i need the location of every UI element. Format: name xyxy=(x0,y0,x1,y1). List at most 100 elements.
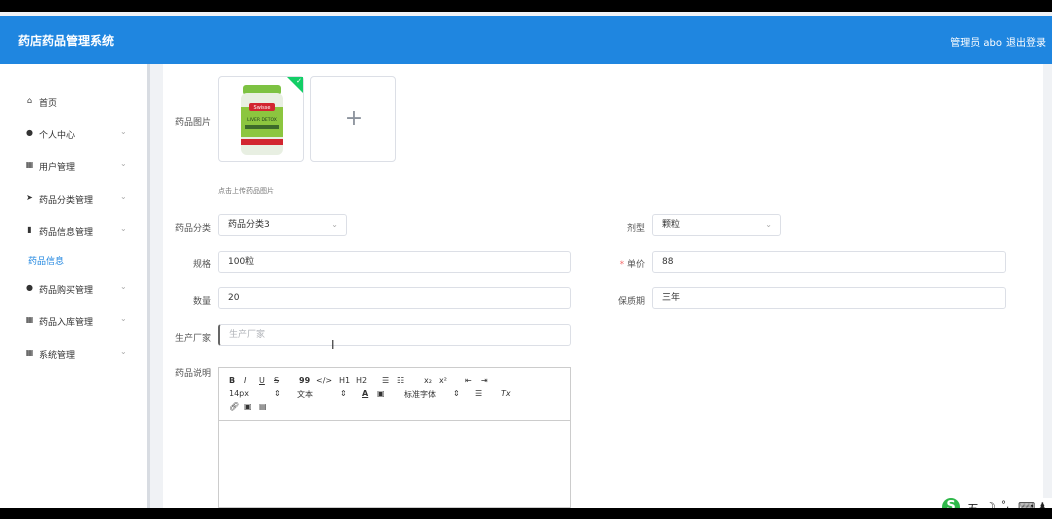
background-color-icon[interactable]: ▣ xyxy=(377,389,385,398)
drug-form: 药品图片 Swisse LIVER DETOX ✓ + 点击上传药品图片 药品分… xyxy=(163,64,1043,508)
sidebar: ⌂ 首页 ● 个人中心 ⌄ ▦ 用户管理 ⌄ ➤ 药品分类管理 ⌄ ▮ 药品信息… xyxy=(0,64,150,508)
dosage-label: 剂型 xyxy=(626,224,645,234)
sidebar-item-label: 系统管理 xyxy=(39,351,76,361)
subscript-button[interactable]: x₂ xyxy=(424,376,432,385)
product-name-text: LIVER DETOX xyxy=(247,117,277,123)
sidebar-item-users[interactable]: ▦ 用户管理 ⌄ xyxy=(0,155,147,175)
sogou-logo-icon[interactable]: S xyxy=(942,498,960,508)
sidebar-item-label: 首页 xyxy=(39,99,58,109)
punctuation-icon[interactable]: °, xyxy=(1001,500,1009,508)
sidebar-item-drug-category[interactable]: ➤ 药品分类管理 ⌄ xyxy=(0,188,147,208)
text-style-arrow-icon: ⇕ xyxy=(340,389,347,398)
sidebar-item-profile[interactable]: ● 个人中心 ⌄ xyxy=(0,123,147,143)
spec-label: 规格 xyxy=(192,260,211,270)
user-icon: ● xyxy=(26,283,33,292)
app-window: 药店药品管理系统 管理员 abo 退出登录 ⌂ 首页 ● 个人中心 ⌄ ▦ 用户… xyxy=(0,12,1052,508)
sidebar-item-system[interactable]: ▦ 系统管理 ⌄ xyxy=(0,343,147,363)
font-family-select[interactable]: 标准字体 xyxy=(404,389,436,400)
moon-icon[interactable]: ☽ xyxy=(985,500,996,508)
uploaded-image-thumb[interactable]: Swisse LIVER DETOX ✓ xyxy=(218,76,304,162)
image-label: 药品图片 xyxy=(174,118,211,128)
sidebar-item-drug-stockin[interactable]: ▦ 药品入库管理 ⌄ xyxy=(0,310,147,330)
sidebar-item-label: 药品分类管理 xyxy=(39,196,94,206)
font-color-icon[interactable]: A xyxy=(362,389,368,398)
clear-format-button[interactable]: Tx xyxy=(501,389,511,398)
sidebar-item-drug-info[interactable]: ▮ 药品信息管理 ⌄ xyxy=(0,220,147,240)
shelf-life-label: 保质期 xyxy=(617,297,645,307)
admin-user-label: 管理员 abo xyxy=(950,38,1002,49)
h1-button[interactable]: H1 xyxy=(339,376,350,385)
align-icon[interactable]: ☰ xyxy=(475,389,482,398)
italic-button[interactable]: I xyxy=(244,376,246,385)
product-brand-text: Swisse xyxy=(254,105,271,111)
chevron-down-icon: ⌄ xyxy=(120,314,127,323)
person-icon[interactable]: ♟ xyxy=(1037,500,1048,508)
chevron-down-icon: ⌄ xyxy=(120,224,127,233)
sidebar-item-label: 药品购买管理 xyxy=(39,286,94,296)
shelf-life-input[interactable]: 三年 xyxy=(652,287,1006,309)
superscript-button[interactable]: x² xyxy=(439,376,447,385)
dosage-value: 颗粒 xyxy=(662,220,681,230)
price-label-text: 单价 xyxy=(626,260,645,270)
chevron-down-icon: ⌄ xyxy=(120,159,127,168)
spec-input[interactable]: 100粒 xyxy=(218,251,571,273)
plus-icon: + xyxy=(344,106,364,131)
sidebar-item-label: 药品入库管理 xyxy=(39,318,94,328)
grid-icon: ▦ xyxy=(25,315,34,324)
description-label: 药品说明 xyxy=(174,369,211,379)
link-icon[interactable]: 🔗︎ xyxy=(229,402,239,411)
sidebar-item-label: 个人中心 xyxy=(39,131,76,141)
quote-button[interactable]: 99 xyxy=(299,376,310,385)
sidebar-item-home[interactable]: ⌂ 首页 xyxy=(0,91,147,111)
grid-icon: ▦ xyxy=(25,160,34,169)
send-icon: ➤ xyxy=(26,193,33,202)
sidebar-item-drug-purchase[interactable]: ● 药品购买管理 ⌄ xyxy=(0,278,147,298)
check-icon: ✓ xyxy=(296,77,302,85)
bullet-list-button[interactable]: ☷ xyxy=(397,376,404,385)
user-icon: ● xyxy=(26,128,33,137)
code-button[interactable]: </> xyxy=(316,376,332,385)
image-icon[interactable]: ▣ xyxy=(244,402,252,411)
upload-add-box[interactable]: + xyxy=(310,76,396,162)
font-size-arrow-icon: ⇕ xyxy=(274,389,281,398)
h2-button[interactable]: H2 xyxy=(356,376,367,385)
chevron-down-icon: ⌄ xyxy=(765,220,772,229)
strike-button[interactable]: S xyxy=(274,376,279,385)
submenu-drug-info[interactable]: 药品信息 xyxy=(28,254,64,267)
qty-label: 数量 xyxy=(192,297,211,307)
editor-toolbar: B I U S 99 </> H1 H2 ☰ ☷ x₂ x² ⇤ ⇥ 14px … xyxy=(219,368,570,421)
manufacturer-input[interactable]: 生产厂家 xyxy=(218,324,571,346)
qty-input[interactable]: 20 xyxy=(218,287,571,309)
sidebar-item-label: 用户管理 xyxy=(39,163,76,173)
indent-button[interactable]: ⇥ xyxy=(481,376,488,385)
font-size-select[interactable]: 14px xyxy=(229,389,249,398)
ime-mode[interactable]: 五 xyxy=(967,500,979,508)
text-style-select[interactable]: 文本 xyxy=(297,389,313,400)
price-label: * 单价 xyxy=(603,257,645,270)
required-mark: * xyxy=(619,260,625,270)
chevron-down-icon: ⌄ xyxy=(120,347,127,356)
bold-button[interactable]: B xyxy=(229,376,235,385)
font-family-arrow-icon: ⇕ xyxy=(453,389,460,398)
underline-button[interactable]: U xyxy=(259,376,265,385)
home-icon: ⌂ xyxy=(26,96,33,105)
dosage-select[interactable]: 颗粒 ⌄ xyxy=(652,214,781,236)
sidebar-item-label: 药品信息管理 xyxy=(39,228,94,238)
logout-link[interactable]: 退出登录 xyxy=(1006,34,1046,49)
top-header: 药店药品管理系统 管理员 abo 退出登录 xyxy=(0,16,1052,64)
video-icon[interactable]: ▤ xyxy=(259,402,267,411)
category-select[interactable]: 药品分类3 ⌄ xyxy=(218,214,347,236)
ordered-list-button[interactable]: ☰ xyxy=(382,376,389,385)
ime-toolbar: S 五 ☽ °, ⌨ ♟ xyxy=(940,498,1052,508)
rich-text-editor[interactable]: B I U S 99 </> H1 H2 ☰ ☷ x₂ x² ⇤ ⇥ 14px … xyxy=(218,367,571,508)
grid-icon: ▦ xyxy=(25,348,34,357)
chevron-down-icon: ⌄ xyxy=(120,127,127,136)
outdent-button[interactable]: ⇤ xyxy=(465,376,472,385)
category-label: 药品分类 xyxy=(174,224,211,234)
chevron-down-icon: ⌄ xyxy=(331,220,338,229)
category-value: 药品分类3 xyxy=(228,220,270,230)
keyboard-icon[interactable]: ⌨ xyxy=(1018,500,1035,508)
upload-hint: 点击上传药品图片 xyxy=(218,187,274,195)
app-title: 药店药品管理系统 xyxy=(18,34,115,48)
price-input[interactable]: 88 xyxy=(652,251,1006,273)
